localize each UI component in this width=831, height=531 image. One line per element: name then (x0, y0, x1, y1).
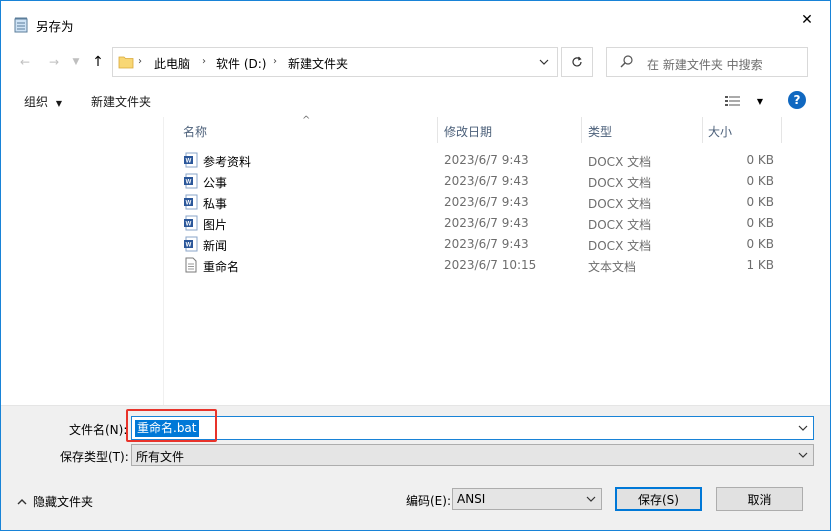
sort-ascending-icon: ^ (302, 115, 311, 126)
word-doc-icon: W (184, 194, 198, 210)
hide-folders-toggle[interactable]: 隐藏文件夹 (17, 493, 93, 510)
word-doc-icon: W (184, 152, 198, 168)
help-button[interactable]: ? (788, 91, 806, 109)
navigation-pane[interactable] (1, 117, 164, 405)
svg-text:W: W (186, 243, 192, 249)
view-options-button[interactable]: ▼ (725, 91, 763, 111)
window-title: 另存为 (36, 19, 74, 34)
filename-label: 文件名(N): (69, 423, 128, 437)
breadcrumb-separator-icon: › (273, 56, 277, 67)
arrow-up-icon: ↑ (92, 54, 104, 70)
address-history-button[interactable] (533, 48, 555, 76)
filename-input[interactable]: 重命名.bat (131, 416, 814, 440)
encoding-dropdown-button[interactable] (583, 490, 599, 508)
text-doc-icon (185, 257, 197, 273)
column-divider[interactable] (581, 117, 582, 143)
recent-locations-button[interactable]: ▼ (65, 51, 87, 73)
filetype-select[interactable]: 所有文件 (131, 444, 814, 466)
organize-menu[interactable]: 组织 ▼ (24, 93, 62, 110)
breadcrumb-folder[interactable]: 新建文件夹 (288, 55, 348, 72)
column-header-date[interactable]: 修改日期 (444, 117, 492, 143)
svg-text:W: W (186, 159, 192, 165)
file-rows: W 参考资料 2023/6/7 9:43 DOCX 文档 0 KB W 公事 2… (165, 150, 825, 276)
chevron-down-icon (539, 59, 549, 65)
navigation-bar: ← → ▼ ↑ › 此电脑 › 软件 (D:) › 新建文件夹 在 新建文件夹 … (1, 45, 830, 79)
folder-icon (118, 56, 134, 69)
command-bar: 组织 ▼ 新建文件夹 ▼ ? (1, 87, 830, 115)
chevron-down-icon (798, 425, 808, 431)
refresh-icon (572, 56, 582, 67)
column-divider[interactable] (437, 117, 438, 143)
search-box[interactable]: 在 新建文件夹 中搜索 (606, 47, 808, 77)
close-icon: ✕ (801, 12, 813, 28)
arrow-left-icon: ← (19, 55, 31, 69)
filetype-dropdown-button[interactable] (795, 446, 811, 464)
chevron-down-icon: ▼ (72, 57, 80, 67)
table-row[interactable]: 重命名 2023/6/7 10:15 文本文档 1 KB (165, 255, 825, 276)
filename-history-button[interactable] (794, 418, 812, 438)
word-doc-icon: W (184, 215, 198, 231)
breadcrumb-separator-icon: › (202, 56, 206, 67)
word-doc-icon: W (184, 236, 198, 252)
chevron-up-icon (17, 498, 27, 504)
filetype-label: 保存类型(T): (60, 450, 129, 464)
file-list[interactable]: ^ 名称 修改日期 类型 大小 W 参考资料 2023/6/7 9:43 DOC… (165, 115, 825, 405)
annotation-highlight-box (126, 409, 217, 442)
table-row[interactable]: W 参考资料 2023/6/7 9:43 DOCX 文档 0 KB (165, 150, 825, 171)
chevron-down-icon (586, 496, 596, 502)
address-bar[interactable]: › 此电脑 › 软件 (D:) › 新建文件夹 (112, 47, 558, 77)
close-button[interactable]: ✕ (784, 1, 830, 39)
column-header-name[interactable]: 名称 (183, 117, 207, 143)
search-icon (620, 55, 633, 68)
new-folder-button[interactable]: 新建文件夹 (91, 93, 151, 110)
encoding-label: 编码(E): (406, 494, 451, 508)
column-divider[interactable] (781, 117, 782, 143)
caret-down-icon: ▼ (55, 99, 62, 108)
title-bar: 另存为 ✕ (1, 1, 830, 39)
cancel-button[interactable]: 取消 (716, 487, 803, 511)
save-button[interactable]: 保存(S) (615, 487, 702, 511)
table-row[interactable]: W 图片 2023/6/7 9:43 DOCX 文档 0 KB (165, 213, 825, 234)
breadcrumb-this-pc[interactable]: 此电脑 (154, 55, 190, 72)
file-browser: ^ 名称 修改日期 类型 大小 W 参考资料 2023/6/7 9:43 DOC… (1, 115, 830, 405)
arrow-right-icon: → (48, 55, 60, 69)
breadcrumb-separator-icon: › (138, 56, 142, 67)
forward-button[interactable]: → (43, 51, 65, 73)
column-divider[interactable] (702, 117, 703, 143)
table-row[interactable]: W 新闻 2023/6/7 9:43 DOCX 文档 0 KB (165, 234, 825, 255)
svg-text:W: W (186, 180, 192, 186)
breadcrumb-drive[interactable]: 软件 (D:) (216, 55, 266, 72)
refresh-button[interactable] (561, 47, 593, 77)
word-doc-icon: W (184, 173, 198, 189)
chevron-down-icon (798, 452, 808, 458)
back-button[interactable]: ← (14, 51, 36, 73)
encoding-select[interactable]: ANSI (452, 488, 602, 510)
table-row[interactable]: W 私事 2023/6/7 9:43 DOCX 文档 0 KB (165, 192, 825, 213)
caret-down-icon: ▼ (756, 96, 763, 106)
notepad-icon (14, 17, 28, 33)
table-row[interactable]: W 公事 2023/6/7 9:43 DOCX 文档 0 KB (165, 171, 825, 192)
up-button[interactable]: ↑ (87, 51, 109, 73)
column-header-type[interactable]: 类型 (588, 117, 612, 143)
save-as-dialog: 另存为 ✕ ← → ▼ ↑ › 此电脑 › 软件 (D:) › 新建文件夹 在 … (0, 0, 831, 531)
save-options-panel: 文件名(N): 重命名.bat 保存类型(T): 所有文件 隐藏文件夹 编码(E… (1, 405, 830, 530)
svg-text:W: W (186, 201, 192, 207)
column-header-size[interactable]: 大小 (708, 117, 732, 143)
details-view-icon (725, 96, 740, 106)
svg-text:W: W (186, 222, 192, 228)
search-input[interactable]: 在 新建文件夹 中搜索 (647, 56, 763, 73)
